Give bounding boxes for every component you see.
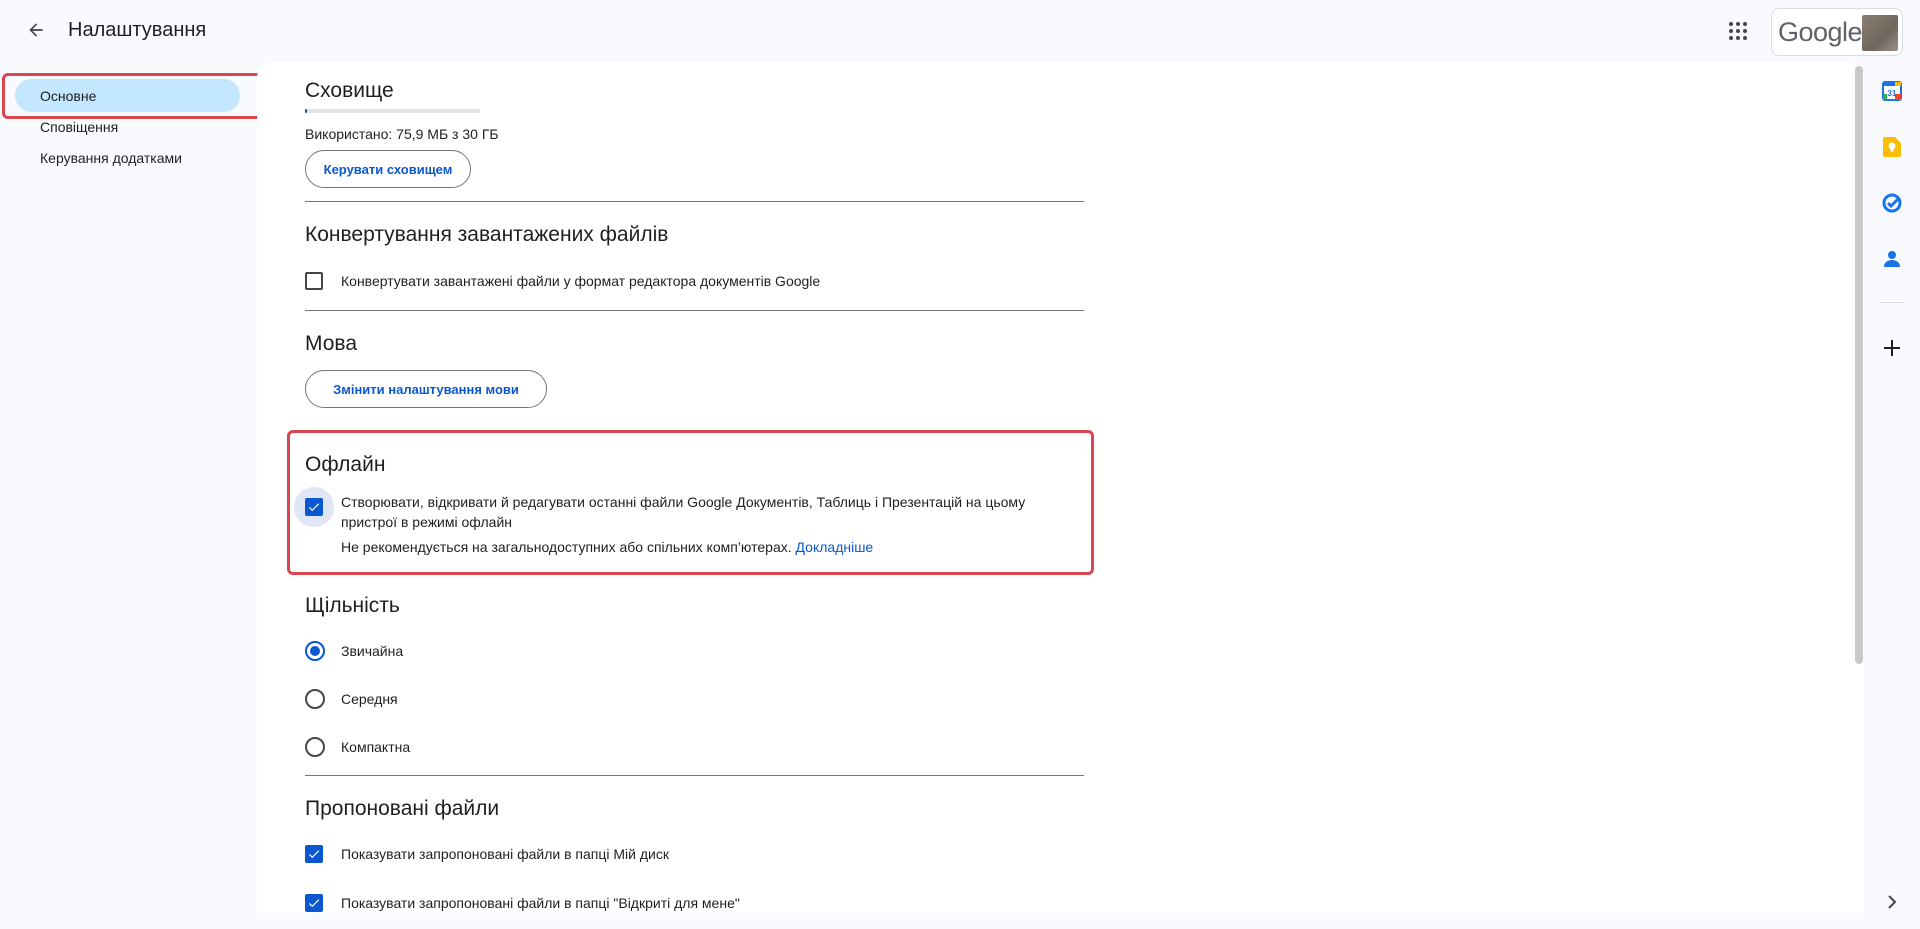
manage-storage-button[interactable]: Керувати сховищем [305,150,471,188]
suggested-row-mydrive: Показувати запропоновані файли в папці М… [305,845,669,864]
sidebar-item-notifications[interactable]: Сповіщення [15,110,240,143]
density-label: Компактна [341,739,411,755]
density-option-normal: Звичайна [305,641,403,661]
contacts-icon [1884,251,1900,267]
density-option-compact: Компактна [305,737,410,757]
density-radio-normal[interactable] [305,641,325,661]
divider [305,775,1084,776]
suggested-row-shared: Показувати запропоновані файли в папці "… [305,894,740,913]
rail-divider [1879,302,1905,303]
density-radio-medium[interactable] [305,689,325,709]
offline-text-block: Створювати, відкривати й редагувати оста… [341,492,1025,557]
sidebar-item-general[interactable]: Основне [15,79,240,112]
tasks-icon [1882,193,1902,213]
offline-label-line1: Створювати, відкривати й редагувати оста… [341,494,1026,510]
keep-icon [1883,137,1901,157]
scrollbar-thumb[interactable] [1855,66,1863,664]
page-title: Налаштування [68,19,207,41]
contacts-app-button[interactable] [1876,243,1908,275]
google-logo: Google [1778,16,1863,47]
storage-title: Сховище [305,79,394,102]
density-label: Звичайна [341,643,404,659]
suggested-label: Показувати запропоновані файли в папці М… [341,846,669,862]
apps-grid-icon [1729,22,1747,40]
offline-checkbox-wrapper [294,487,334,527]
suggested-label: Показувати запропоновані файли в папці "… [341,895,740,911]
convert-label: Конвертувати завантажені файли у формат … [341,273,821,289]
suggested-title: Пропоновані файли [305,797,500,820]
top-bar: Налаштування Google [0,0,1920,62]
learn-more-link[interactable]: Докладніше [796,539,874,555]
show-side-panel-button[interactable] [1876,886,1908,918]
get-addons-button[interactable] [1876,332,1908,364]
calendar-app-button[interactable]: 31 [1876,75,1908,107]
sidebar-item-label: Керування додатками [40,149,182,166]
suggested-mydrive-checkbox[interactable] [305,845,323,863]
back-button[interactable] [18,12,54,48]
check-icon [308,899,320,908]
storage-used-text: Використано: 75,9 МБ з 30 ГБ [305,126,499,142]
google-account-button[interactable]: Google [1771,8,1903,56]
offline-label-line2: пристрої в режимі офлайн [341,514,513,530]
google-apps-button[interactable] [1720,13,1756,49]
density-radio-compact[interactable] [305,737,325,757]
offline-note-text: Не рекомендується на загальнодоступних а… [341,539,792,555]
convert-row: Конвертувати завантажені файли у формат … [305,272,820,291]
storage-usage-bar [305,109,480,113]
convert-checkbox[interactable] [305,272,323,290]
avatar[interactable] [1862,15,1898,51]
density-title: Щільність [305,594,400,617]
convert-title: Конвертування завантажених файлів [305,223,669,246]
check-icon [308,503,320,512]
arrow-back-icon [29,23,43,37]
density-option-medium: Середня [305,689,398,709]
storage-usage-fill [305,109,307,113]
sidebar-item-label: Основне [40,87,97,104]
offline-row: Створювати, відкривати й редагувати оста… [294,487,1025,557]
divider [305,310,1084,311]
keep-app-button[interactable] [1876,131,1908,163]
language-title: Мова [305,332,358,355]
sidebar-item-manage-apps[interactable]: Керування додатками [15,141,240,174]
density-label: Середня [341,691,398,707]
check-icon [308,850,320,859]
settings-content: Сховище Використано: 75,9 МБ з 30 ГБ Кер… [257,62,1864,913]
offline-title: Офлайн [305,453,386,476]
calendar-day: 31 [1888,89,1897,98]
suggested-shared-checkbox[interactable] [305,894,323,912]
calendar-icon: 31 [1882,81,1902,101]
chevron-right-icon [1888,895,1897,909]
sidebar-item-label: Сповіщення [40,118,119,135]
tasks-app-button[interactable] [1876,187,1908,219]
offline-checkbox[interactable] [305,498,323,516]
plus-icon [1884,340,1900,356]
offline-note: Не рекомендується на загальнодоступних а… [341,537,1025,557]
change-language-button[interactable]: Змінити налаштування мови [305,370,547,408]
divider [305,201,1084,202]
